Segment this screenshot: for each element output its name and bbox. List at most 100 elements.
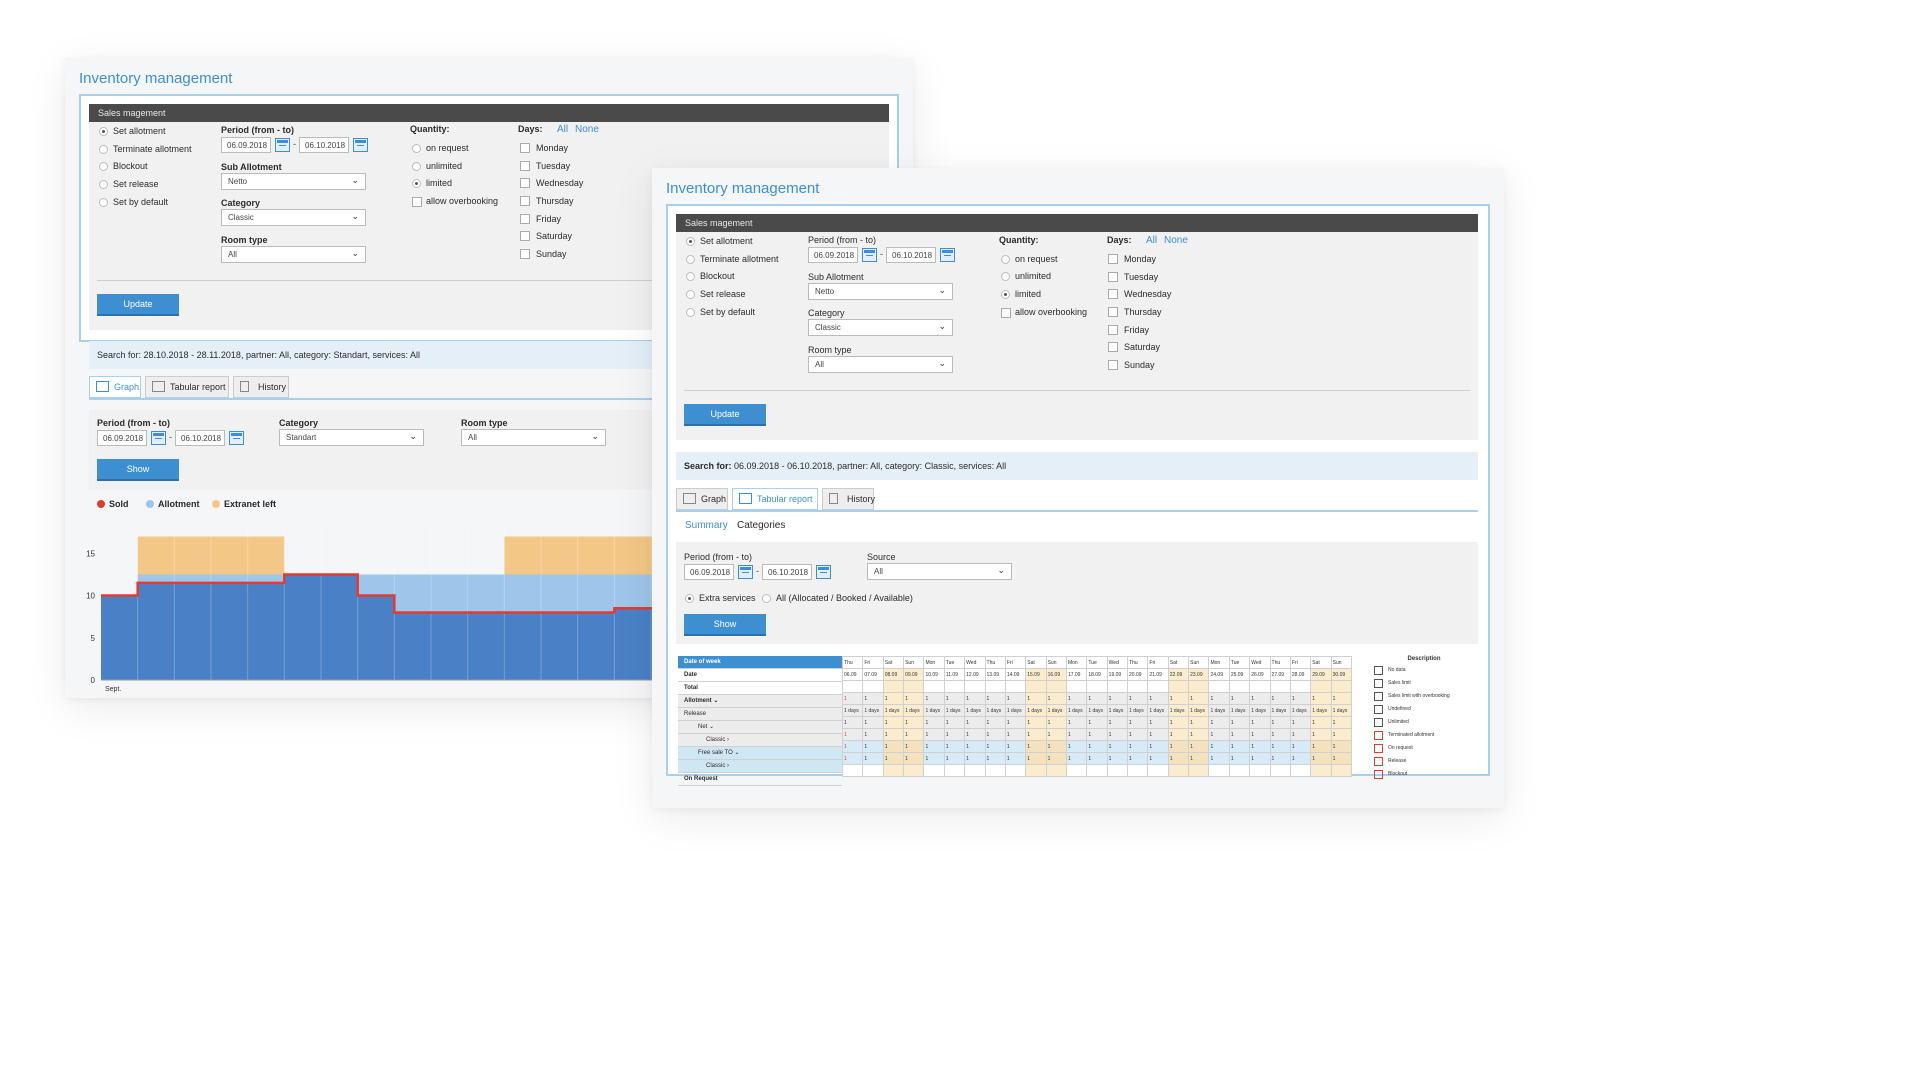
day-checkbox-tuesday[interactable] — [520, 161, 530, 171]
calendar-icon[interactable] — [353, 138, 368, 152]
day-checkbox-thursday[interactable] — [520, 196, 530, 206]
period-label: Period (from - to) — [808, 235, 877, 245]
description-text: Sales limit — [1388, 680, 1411, 686]
category-select[interactable]: Classic ⌄ — [808, 319, 953, 336]
tab-tabular-report[interactable]: Tabular report — [732, 488, 818, 510]
days-label: Days: — [1107, 235, 1132, 245]
calendar-icon[interactable] — [862, 248, 877, 262]
day-checkbox-thursday[interactable] — [1108, 307, 1118, 317]
tab-graph[interactable]: Graph — [676, 488, 728, 510]
front-window: Inventory management Sales magement Set … — [652, 168, 1504, 808]
report-cell: Sun — [903, 656, 925, 669]
days-all-link[interactable]: All — [557, 124, 568, 135]
show-button[interactable]: Show — [684, 614, 766, 636]
room-type-select[interactable]: All ⌄ — [808, 356, 953, 373]
day-checkbox-monday[interactable] — [520, 143, 530, 153]
quantity-radio-limited[interactable] — [1001, 290, 1010, 299]
action-radio-blockout[interactable] — [99, 162, 108, 171]
report-cell: 1 — [1147, 716, 1169, 729]
category-select[interactable]: Classic ⌄ — [221, 209, 366, 226]
day-checkbox-saturday[interactable] — [1108, 342, 1118, 352]
action-radio-terminate[interactable] — [99, 145, 108, 154]
quantity-radio-on-request[interactable] — [412, 144, 421, 153]
calendar-icon[interactable] — [940, 248, 955, 262]
extra-services-radio[interactable] — [685, 594, 694, 603]
filter-category-select[interactable]: Standart ⌄ — [279, 429, 424, 446]
quantity-radio-unlimited[interactable] — [1001, 272, 1010, 281]
quantity-radio-unlimited[interactable] — [412, 162, 421, 171]
action-radio-set-allotment[interactable] — [99, 127, 108, 136]
day-checkbox-sunday[interactable] — [1108, 360, 1118, 370]
filter-period-label: Period (from - to) — [97, 418, 170, 428]
tab-tabular-report[interactable]: Tabular report — [145, 376, 229, 398]
date-to-input[interactable]: 06.10.2018 — [299, 137, 349, 153]
date-from-input[interactable]: 06.09.2018 — [808, 247, 858, 263]
allow-overbooking-checkbox[interactable] — [1001, 308, 1011, 318]
calendar-icon[interactable] — [738, 565, 753, 579]
report-cell: 11.09 — [943, 668, 966, 681]
tab-history[interactable]: History — [822, 488, 875, 510]
filter-to-input[interactable]: 06.10.2018 — [762, 564, 812, 580]
row-header[interactable]: Free sale TO ⌄ — [678, 747, 842, 760]
report-cell: 1 days — [1025, 704, 1047, 717]
calendar-icon[interactable] — [151, 431, 166, 445]
action-radio-default[interactable] — [686, 308, 695, 317]
report-cell: Wed — [1106, 656, 1129, 669]
calendar-icon[interactable] — [229, 431, 244, 445]
row-header[interactable]: Net ⌄ — [678, 721, 842, 734]
days-none-link[interactable]: None — [575, 124, 599, 135]
action-radio-set-allotment[interactable] — [686, 237, 695, 246]
subtab-summary[interactable]: Summary — [685, 520, 728, 531]
action-radio-release[interactable] — [99, 180, 108, 189]
report-cell: 1 — [1106, 740, 1129, 753]
days-all-link[interactable]: All — [1146, 235, 1157, 246]
filter-to-input[interactable]: 06.10.2018 — [175, 430, 225, 446]
action-radio-release[interactable] — [686, 290, 695, 299]
filter-from-input[interactable]: 06.09.2018 — [97, 430, 147, 446]
report-cell: 1 — [1106, 728, 1129, 741]
show-button[interactable]: Show — [97, 459, 179, 481]
date-from-input[interactable]: 06.09.2018 — [221, 137, 271, 153]
calendar-icon[interactable] — [275, 138, 290, 152]
update-button[interactable]: Update — [684, 404, 766, 426]
category-label: Category — [808, 308, 845, 318]
day-checkbox-wednesday[interactable] — [520, 178, 530, 188]
row-header[interactable]: Allotment ⌄ — [678, 695, 842, 708]
description-text: Release — [1388, 758, 1407, 764]
update-button[interactable]: Update — [97, 294, 179, 316]
date-to-input[interactable]: 06.10.2018 — [886, 247, 936, 263]
tab-history[interactable]: History — [233, 376, 289, 398]
day-checkbox-saturday[interactable] — [520, 231, 530, 241]
quantity-label: Quantity: — [410, 124, 450, 134]
all-services-radio[interactable] — [762, 594, 771, 603]
room-type-select[interactable]: All ⌄ — [221, 246, 366, 263]
report-cell: 1 — [1065, 728, 1088, 741]
day-checkbox-wednesday[interactable] — [1108, 289, 1118, 299]
report-cell: 1 — [1208, 740, 1230, 753]
sub-allotment-select[interactable]: Netto ⌄ — [221, 173, 366, 190]
day-checkbox-tuesday[interactable] — [1108, 272, 1118, 282]
calendar-icon[interactable] — [816, 565, 831, 579]
source-select[interactable]: All ⌄ — [867, 563, 1012, 580]
day-checkbox-monday[interactable] — [1108, 254, 1118, 264]
report-cell — [1249, 764, 1271, 777]
quantity-radio-on-request[interactable] — [1001, 255, 1010, 264]
report-cell: 1 — [1004, 716, 1027, 729]
day-checkbox-friday[interactable] — [1108, 325, 1118, 335]
action-radio-blockout[interactable] — [686, 272, 695, 281]
report-cell — [1228, 680, 1251, 693]
sub-allotment-select[interactable]: Netto ⌄ — [808, 283, 953, 300]
action-radio-default[interactable] — [99, 198, 108, 207]
days-none-link[interactable]: None — [1164, 235, 1188, 246]
tab-graph[interactable]: Graph — [89, 376, 141, 398]
filter-room-select[interactable]: All ⌄ — [461, 429, 606, 446]
allow-overbooking-checkbox[interactable] — [412, 197, 422, 207]
report-cell: 1 — [1004, 692, 1027, 705]
day-checkbox-friday[interactable] — [520, 214, 530, 224]
subtab-categories[interactable]: Categories — [737, 520, 785, 531]
filter-from-input[interactable]: 06.09.2018 — [684, 564, 734, 580]
quantity-radio-limited[interactable] — [412, 179, 421, 188]
day-checkbox-sunday[interactable] — [520, 249, 530, 259]
all-services-label: All (Allocated / Booked / Available) — [776, 593, 913, 603]
action-radio-terminate[interactable] — [686, 255, 695, 264]
